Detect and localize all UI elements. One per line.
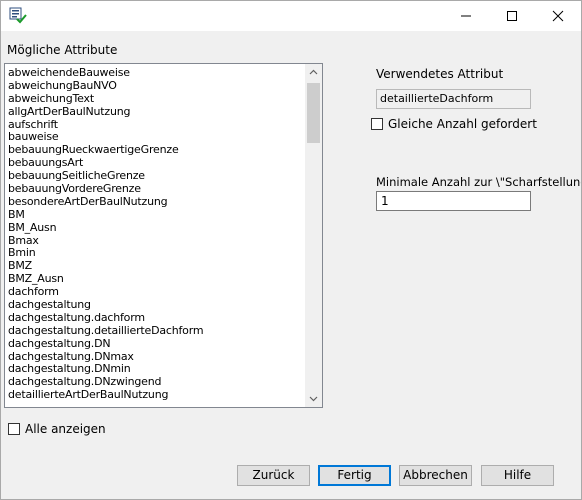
show-all-checkbox[interactable]	[8, 423, 20, 435]
close-icon	[552, 10, 564, 22]
same-count-label: Gleiche Anzahl gefordert	[388, 117, 537, 131]
list-item[interactable]: Bmin	[5, 247, 305, 260]
list-item[interactable]: Bmax	[5, 234, 305, 248]
scroll-down-button[interactable]	[305, 390, 322, 407]
same-count-checkbox[interactable]	[371, 118, 383, 130]
used-attribute-field: detaillierteDachform	[376, 89, 531, 109]
list-items: abweichendeBauweise abweichungBauNVO abwei…	[5, 66, 305, 402]
list-item[interactable]: abweichungText	[5, 92, 305, 106]
list-item[interactable]: detaillierteArtDerBaulNutzung	[5, 388, 305, 402]
help-button[interactable]: Hilfe	[481, 465, 554, 486]
list-item[interactable]: dachgestaltung.detaillierteDachform	[5, 324, 305, 338]
available-attributes-label: Mögliche Attribute	[7, 43, 118, 57]
list-item[interactable]: bebauungVordereGrenze	[5, 182, 305, 196]
list-item[interactable]: abweichungBauNVO	[5, 79, 305, 93]
cancel-button[interactable]: Abbrechen	[399, 465, 472, 486]
back-button[interactable]: Zurück	[237, 465, 310, 486]
minimize-icon	[461, 15, 471, 17]
close-button[interactable]	[535, 1, 581, 31]
app-checklist-icon	[9, 7, 27, 25]
min-count-input[interactable]: 1	[376, 191, 531, 211]
minimize-button[interactable]	[443, 1, 489, 31]
min-count-label: Minimale Anzahl zur \"Scharfstellung\"	[376, 175, 582, 189]
list-item[interactable]: dachgestaltung	[5, 298, 305, 312]
maximize-button[interactable]	[489, 1, 535, 31]
used-attribute-label: Verwendetes Attribut	[376, 67, 504, 81]
maximize-icon	[507, 11, 517, 21]
list-item[interactable]: dachgestaltung.DN	[5, 337, 305, 351]
scroll-thumb[interactable]	[307, 83, 320, 143]
list-item[interactable]: dachgestaltung.dachform	[5, 311, 305, 325]
finish-button[interactable]: Fertig	[318, 465, 391, 486]
list-item[interactable]: BM_Ausn	[5, 221, 305, 235]
chevron-up-icon	[309, 69, 318, 75]
vertical-scrollbar[interactable]	[305, 64, 322, 407]
chevron-down-icon	[309, 396, 318, 402]
show-all-label: Alle anzeigen	[25, 422, 106, 436]
scroll-up-button[interactable]	[305, 64, 322, 81]
list-item[interactable]: BM	[5, 208, 305, 222]
title-bar	[1, 1, 581, 31]
available-attributes-list[interactable]: abweichendeBauweise abweichungBauNVO abwei…	[4, 63, 323, 408]
list-item[interactable]: abweichendeBauweise	[5, 66, 305, 80]
list-item[interactable]: allgArtDerBaulNutzung	[5, 105, 305, 119]
attribute-dialog: Mögliche Attribute abweichendeBauweise ab…	[0, 0, 582, 500]
list-item[interactable]: besondereArtDerBaulNutzung	[5, 195, 305, 209]
